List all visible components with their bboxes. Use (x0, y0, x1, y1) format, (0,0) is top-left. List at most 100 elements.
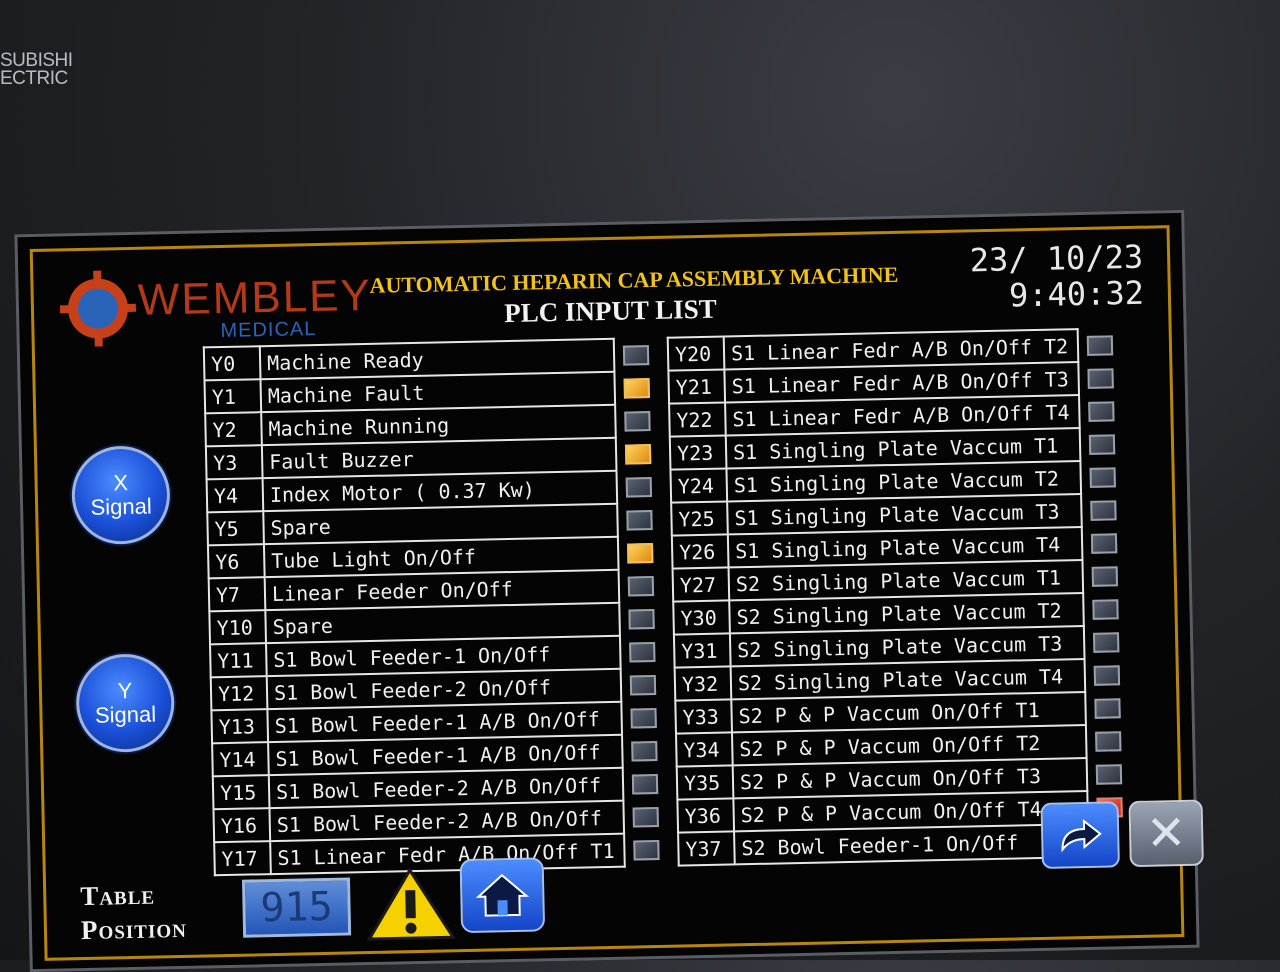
io-address: Y35 (676, 765, 734, 800)
io-address: Y36 (677, 798, 735, 833)
status-lamp (1094, 697, 1121, 719)
io-address: Y15 (212, 775, 270, 810)
date-display: 23/ 10/23 (969, 237, 1144, 280)
status-lamp (632, 806, 659, 828)
status-lamp-cell (1081, 493, 1126, 527)
io-address: Y1 (204, 379, 262, 414)
status-lamp (629, 641, 656, 663)
status-lamp-cell (1086, 724, 1131, 758)
status-lamp-cell (619, 569, 664, 603)
status-lamp-cell (623, 767, 668, 801)
status-lamp (628, 608, 655, 630)
status-lamp-cell (622, 734, 667, 768)
io-address: Y27 (672, 567, 730, 602)
status-lamp (629, 674, 657, 696)
screen-frame: WEMBLEY MEDICAL AUTOMATIC HEPARIN CAP AS… (29, 225, 1204, 961)
table-position-label: Table Position (80, 877, 187, 947)
status-lamp (1088, 433, 1116, 455)
io-address: Y2 (205, 412, 262, 447)
io-address: Y3 (205, 445, 263, 480)
status-lamp (627, 542, 654, 564)
home-button[interactable] (459, 857, 546, 934)
bezel-brand-line2: ECTRIC (0, 68, 68, 89)
table-position-label-line1: Table (79, 879, 156, 912)
table-position-label-line2: Position (80, 912, 188, 946)
io-description: S2 Bowl Feeder-1 On/Off (734, 823, 1089, 865)
status-lamp (633, 839, 660, 861)
status-lamp (623, 377, 650, 399)
logo-subtext: MEDICAL (220, 318, 317, 343)
status-lamp-cell (1078, 361, 1123, 395)
status-lamp-cell (618, 536, 663, 570)
io-address: Y5 (207, 511, 264, 546)
x-signal-label-line1: X (113, 470, 129, 496)
status-lamp-cell (1085, 658, 1130, 692)
next-page-arrow-icon (1061, 818, 1102, 853)
status-lamp (1089, 466, 1116, 488)
logo-text: WEMBLEY (137, 270, 373, 325)
status-lamp (1086, 334, 1114, 356)
io-address: Y30 (673, 600, 730, 635)
status-lamp-cell (620, 635, 665, 669)
status-lamp (1092, 631, 1120, 653)
company-logo: WEMBLEY MEDICAL (59, 265, 372, 351)
right-io-table: Y20 S1 Linear Fedr A/B On/Off T2 Y21 S1 Lin… (667, 327, 1134, 866)
io-address: Y0 (203, 346, 261, 381)
table-position-value: 915 (241, 877, 352, 938)
bezel-brand: SUBISHI ECTRIC (0, 51, 73, 89)
x-signal-button[interactable]: X Signal (70, 445, 171, 546)
status-lamp-cell (1085, 691, 1130, 725)
status-lamp-cell (1080, 427, 1125, 461)
x-signal-label-line2: Signal (90, 493, 152, 520)
status-lamp-cell (1087, 757, 1132, 791)
status-lamp (624, 443, 652, 465)
status-lamp (1088, 400, 1115, 422)
status-lamp-cell (1084, 625, 1129, 659)
io-address: Y37 (678, 831, 735, 866)
gear-globe-icon (59, 270, 137, 347)
status-lamp-cell (614, 338, 659, 372)
status-lamp (1095, 763, 1123, 785)
status-lamp (1092, 598, 1119, 620)
warning-icon[interactable] (364, 865, 458, 943)
home-icon (475, 873, 530, 917)
io-address: Y21 (668, 369, 726, 404)
status-lamp (627, 575, 655, 597)
status-lamp (630, 707, 657, 729)
close-button[interactable]: ✕ (1128, 799, 1204, 868)
io-address: Y16 (213, 808, 271, 843)
status-lamp (1093, 664, 1121, 686)
io-address: Y32 (674, 666, 732, 701)
status-lamp (624, 410, 651, 432)
io-address: Y7 (208, 577, 266, 612)
status-lamp-cell (624, 833, 669, 867)
status-lamp (622, 344, 650, 366)
status-lamp (626, 509, 653, 531)
io-address: Y6 (207, 544, 265, 579)
status-lamp-cell (614, 371, 659, 405)
clock: 23/ 10/23 9:40:32 (969, 237, 1145, 315)
time-display: 9:40:32 (1008, 273, 1145, 315)
y-signal-button[interactable]: Y Signal (75, 653, 176, 754)
status-lamp-cell (621, 701, 666, 735)
status-lamp-cell (621, 668, 666, 702)
io-address: Y25 (671, 501, 728, 536)
io-address: Y13 (211, 709, 269, 744)
machine-title: AUTOMATIC HEPARIN CAP ASSEMBLY MACHINE (369, 261, 899, 298)
status-lamp-cell (615, 404, 660, 438)
io-address: Y17 (214, 841, 271, 876)
status-lamp (1087, 367, 1114, 389)
status-lamp-cell (1082, 526, 1127, 560)
status-lamp (1095, 730, 1122, 752)
status-lamp-cell (619, 602, 664, 636)
status-lamp-cell (1079, 394, 1124, 428)
next-page-button[interactable] (1040, 801, 1120, 869)
status-lamp (625, 476, 653, 498)
hmi-screen: WEMBLEY MEDICAL AUTOMATIC HEPARIN CAP AS… (14, 209, 1204, 972)
status-lamp-cell (1080, 460, 1125, 494)
io-address: Y4 (206, 478, 264, 513)
page-title: PLC INPUT LIST (503, 293, 717, 329)
status-lamp (1090, 532, 1118, 554)
y-signal-label-line2: Signal (94, 701, 157, 728)
io-address: Y12 (210, 676, 268, 711)
